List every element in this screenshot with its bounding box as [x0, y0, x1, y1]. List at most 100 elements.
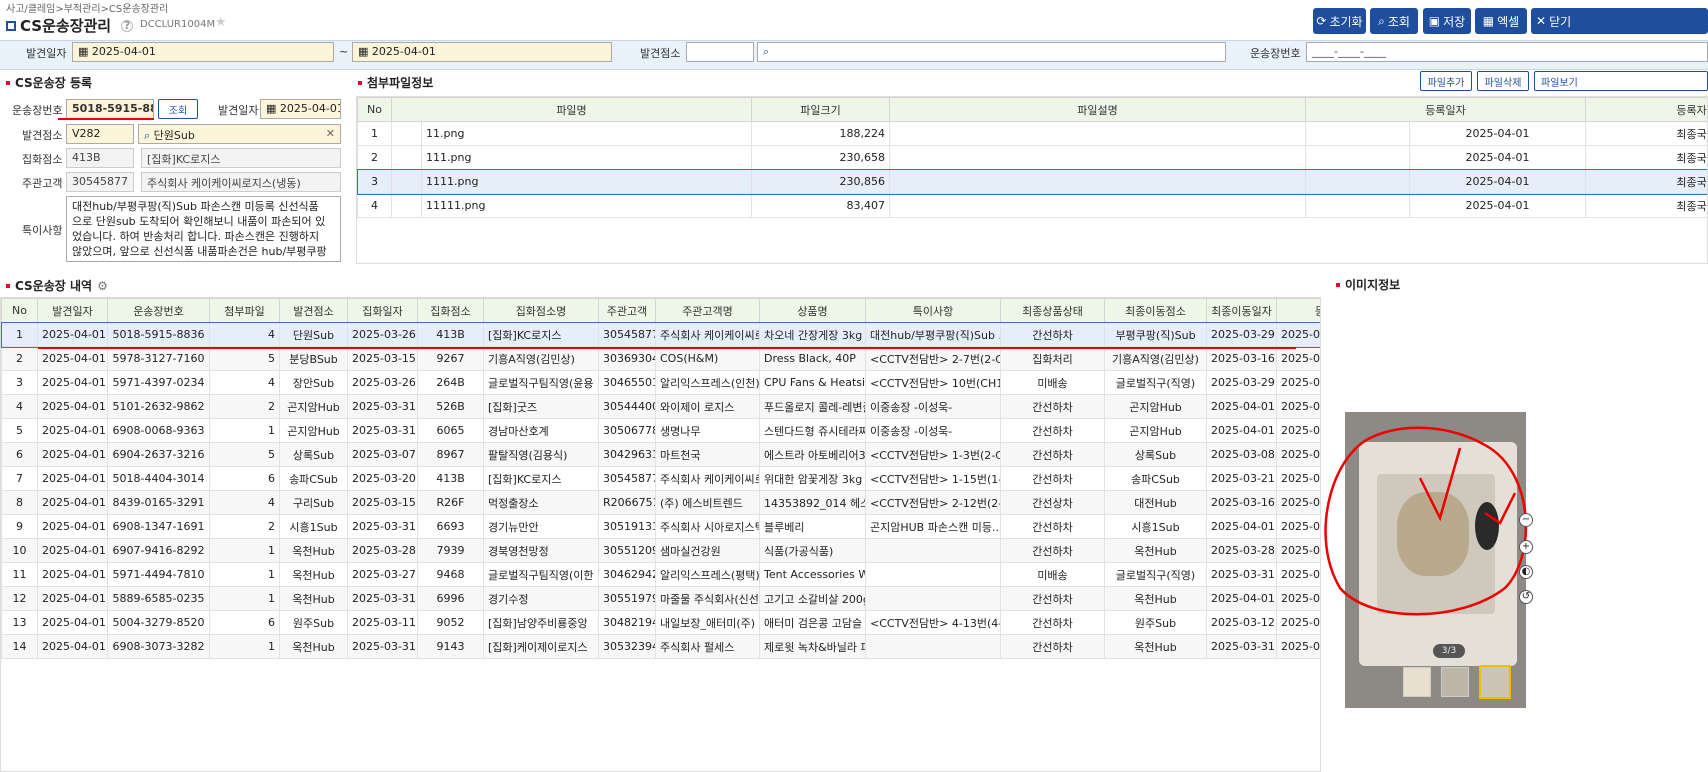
reset-button[interactable]: ⟳ 초기화: [1313, 8, 1366, 34]
col-header: No: [357, 97, 392, 122]
reset-view-icon[interactable]: ↺: [1519, 590, 1533, 604]
list-col-header[interactable]: 첨부파일: [209, 298, 280, 323]
list-cell: 2025-03-15: [347, 490, 418, 515]
list-cell: 2025-03-31: [347, 514, 418, 539]
reg-place-name-input[interactable]: ⌕ 단원Sub ✕: [138, 124, 341, 144]
clear-icon[interactable]: ✕: [326, 127, 335, 140]
list-col-header[interactable]: 주관고객명: [655, 298, 760, 323]
reg-search-button[interactable]: 조회: [158, 99, 198, 119]
image-thumbnail[interactable]: [1441, 667, 1469, 697]
search-button[interactable]: ⌕ 조회: [1370, 8, 1418, 34]
filter-date-to[interactable]: ▦ 2025-04-01: [352, 42, 612, 62]
list-col-header[interactable]: 상품명: [759, 298, 866, 323]
reg-waybill-input[interactable]: 5018-5915-8836: [66, 99, 154, 119]
list-col-header[interactable]: 집화일자: [347, 298, 418, 323]
list-row[interactable]: 8 2025-04-01 8439-0165-3291 4 구리Sub 2025-03-1…: [1, 490, 1320, 515]
list-row[interactable]: 11 2025-04-01 5971-4494-7810 1 옥천Hub 2025-03-…: [1, 562, 1320, 587]
list-cell: 2025-04-01: [37, 346, 108, 371]
list-col-header[interactable]: 집화점소: [417, 298, 484, 323]
list-cell: 간선하차: [1000, 322, 1105, 347]
reg-place-code-input[interactable]: V282: [66, 124, 134, 144]
list-cell: 1: [1, 322, 38, 347]
list-col-header[interactable]: 집화점소명: [483, 298, 599, 323]
list-col-header[interactable]: 발견일자: [37, 298, 108, 323]
list-row[interactable]: 9 2025-04-01 6908-1347-1691 2 시흥1Sub 2025-03-…: [1, 514, 1320, 539]
list-cell: 경기수정: [483, 586, 599, 611]
list-cell: 곤지암Hub: [1104, 394, 1207, 419]
filter-waybill-label: 운송장번호: [1250, 47, 1301, 60]
list-col-header[interactable]: 특이사항: [865, 298, 1001, 323]
list-cell: 5: [209, 442, 280, 467]
filter-place-code-input[interactable]: [686, 42, 754, 62]
save-icon: ▣: [1428, 14, 1441, 28]
list-col-header[interactable]: No: [1, 298, 38, 323]
list-row[interactable]: 3 2025-04-01 5971-4397-0234 4 장안Sub 2025-03-2…: [1, 370, 1320, 395]
list-col-header[interactable]: 발견점소: [279, 298, 348, 323]
window-icon: [6, 20, 16, 31]
excel-button[interactable]: ▦ 엑셀: [1475, 8, 1527, 34]
attachment-cell: 1111.png: [421, 169, 752, 194]
reg-date-input[interactable]: ▦ 2025-04-01: [260, 99, 341, 119]
reg-place-label: 발견점소: [22, 129, 63, 142]
zoom-out-icon[interactable]: −: [1519, 513, 1533, 527]
close-button[interactable]: ✕ 닫기: [1531, 8, 1708, 34]
favorite-star-icon[interactable]: ★: [215, 15, 227, 30]
settings-gear-icon[interactable]: ⚙: [97, 279, 108, 293]
list-cell: 간선하차: [1000, 610, 1105, 635]
attachment-row[interactable]: 3 1111.png 230,856 2025-04-01 최종국: [357, 168, 1707, 195]
list-cell: 애터미 검은콩 고담슬 #: [759, 610, 866, 635]
attachment-row[interactable]: 4 11111.png 83,407 2025-04-01 최종국: [357, 193, 1707, 218]
list-cell: [집화]KC로지스: [483, 322, 599, 347]
list-cell: 13: [1, 610, 38, 635]
list-row[interactable]: 10 2025-04-01 6907-9416-8292 1 옥천Hub 2025-03-…: [1, 538, 1320, 563]
list-col-header[interactable]: 주관고객: [598, 298, 656, 323]
list-cell: R2066751: [598, 490, 656, 515]
attachment-cell: 2025-04-01: [1408, 169, 1587, 194]
list-col-header[interactable]: 최종이동점소: [1104, 298, 1207, 323]
list-cell: 푸드올로지 콜레-레변졸: [759, 394, 866, 419]
list-row[interactable]: 6 2025-04-01 6904-2637-3216 5 상록Sub 2025-03-0…: [1, 442, 1320, 467]
list-col-header[interactable]: 운송장번호: [107, 298, 210, 323]
annotation-circle: [1324, 426, 1528, 616]
list-row[interactable]: 5 2025-04-01 6908-0068-9363 1 곤지암Hub 2025-03-…: [1, 418, 1320, 443]
list-cell: 대전hub/부평쿠팡(직)Sub ...: [865, 322, 1001, 347]
list-row[interactable]: 14 2025-04-01 6908-3073-3282 1 옥천Hub 2025-03-…: [1, 634, 1320, 659]
add-file-button[interactable]: 파일추가: [1420, 71, 1472, 91]
list-row[interactable]: 4 2025-04-01 5101-2632-9862 2 곤지암Hub 2025-03-…: [1, 394, 1320, 419]
list-cell: Dress Black, 40P: [759, 346, 866, 371]
filter-place-search-input[interactable]: ⌕: [757, 42, 1226, 62]
list-col-header[interactable]: 최종상품상태: [1000, 298, 1105, 323]
list-row[interactable]: 1 2025-04-01 5018-5915-8836 4 단원Sub 2025-03-2…: [1, 321, 1320, 348]
delete-file-button[interactable]: 파일삭제: [1477, 71, 1529, 91]
calendar-icon: ▦: [78, 45, 92, 58]
image-thumbnail[interactable]: [1403, 667, 1431, 697]
screen-code: DCCLUR1004M: [140, 19, 216, 30]
search-icon: ⌕: [144, 129, 154, 142]
list-cell: 곤지암Hub: [1104, 418, 1207, 443]
list-cell: 1: [209, 562, 280, 587]
list-cell: 옥천Hub: [279, 634, 348, 659]
help-icon[interactable]: ?: [121, 19, 134, 32]
attachment-row[interactable]: 1 11.png 188,224 2025-04-01 최종국: [357, 121, 1707, 146]
list-row[interactable]: 12 2025-04-01 5889-6585-0235 1 옥천Hub 2025-03-…: [1, 586, 1320, 611]
save-button[interactable]: ▣ 저장: [1423, 8, 1471, 34]
list-row[interactable]: 13 2025-04-01 5004-3279-8520 6 원주Sub 2025-03-…: [1, 610, 1320, 635]
rotate-icon[interactable]: ◐: [1519, 565, 1533, 579]
filter-waybill-input[interactable]: ____-____-____: [1306, 42, 1708, 62]
list-cell: 2025-04-: [1276, 346, 1320, 371]
list-cell: 간선하차: [1000, 418, 1105, 443]
attachment-cell: [391, 121, 422, 146]
list-col-header[interactable]: 최종이동일자: [1206, 298, 1277, 323]
filter-date-from[interactable]: ▦ 2025-04-01: [72, 42, 334, 62]
list-row[interactable]: 2 2025-04-01 5978-3127-7160 5 분당BSub 2025-03-…: [1, 346, 1320, 371]
list-cell: 시흥1Sub: [279, 514, 348, 539]
list-col-header[interactable]: 등록: [1276, 298, 1320, 323]
list-cell: 2025-03-31: [347, 634, 418, 659]
attachment-row[interactable]: 2 111.png 230,658 2025-04-01 최종국: [357, 145, 1707, 170]
reg-memo-textarea[interactable]: 대전hub/부평쿠팡(직)Sub 파손스캔 미등록 신선식품으로 단원sub 도…: [66, 196, 341, 262]
view-file-button[interactable]: 파일보기: [1534, 71, 1708, 91]
zoom-in-icon[interactable]: +: [1519, 540, 1533, 554]
image-thumbnail-selected[interactable]: [1479, 665, 1511, 699]
reg-memo-label: 특이사항: [22, 224, 63, 237]
list-row[interactable]: 7 2025-04-01 5018-4404-3014 6 송파CSub 2025-03-…: [1, 466, 1320, 491]
